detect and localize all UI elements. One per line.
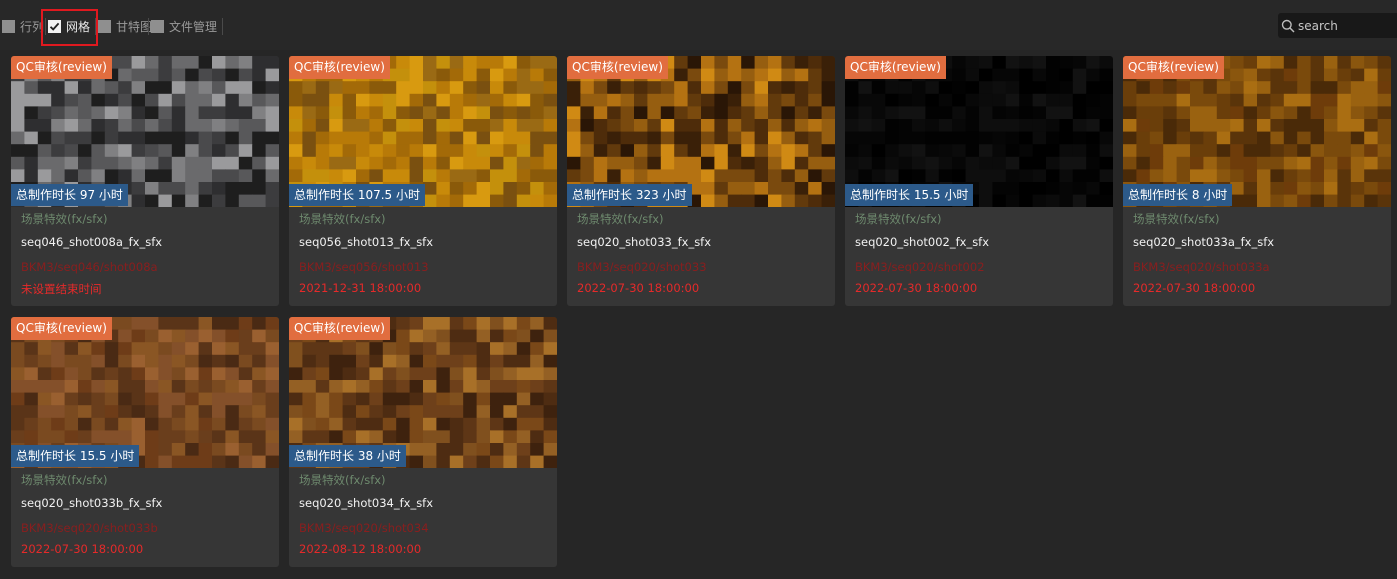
divider [222, 18, 223, 35]
deadline-text: 2022-07-30 18:00:00 [855, 281, 978, 295]
task-name[interactable]: seq020_shot002_fx_sfx [855, 235, 989, 249]
shot-path: BKM3/seq056/shot013 [299, 260, 429, 274]
department-label: 场景特效(fx/sfx) [21, 212, 108, 226]
status-badge: QC审核(review) [845, 56, 946, 79]
status-badge: QC审核(review) [289, 317, 390, 340]
task-card[interactable]: QC审核(review) 总制作时长 38 小时 场景特效(fx/sfx) se… [289, 317, 557, 567]
status-badge: QC审核(review) [11, 56, 112, 79]
deadline-text: 2021-12-31 18:00:00 [299, 281, 422, 295]
task-name[interactable]: seq056_shot013_fx_sfx [299, 235, 433, 249]
shot-path: BKM3/seq020/shot033a [1133, 260, 1270, 274]
view-option-gantt[interactable]: 甘特图 [98, 17, 152, 35]
deadline-text: 2022-07-30 18:00:00 [21, 542, 144, 556]
department-label: 场景特效(fx/sfx) [1133, 212, 1220, 226]
search-icon [1278, 13, 1298, 38]
view-option-file-manager[interactable]: 文件管理 [151, 17, 217, 35]
task-name[interactable]: seq020_shot033_fx_sfx [577, 235, 711, 249]
duration-badge: 总制作时长 323 小时 [567, 184, 692, 206]
department-label: 场景特效(fx/sfx) [299, 473, 386, 487]
status-badge: QC审核(review) [11, 317, 112, 340]
grid-view-checkbox[interactable] [48, 19, 61, 33]
task-card[interactable]: QC审核(review) 总制作时长 8 小时 场景特效(fx/sfx) seq… [1123, 56, 1391, 306]
task-name[interactable]: seq020_shot034_fx_sfx [299, 496, 433, 510]
divider [45, 18, 46, 35]
view-option-label: 文件管理 [169, 19, 218, 34]
task-card[interactable]: QC审核(review) 总制作时长 107.5 小时 场景特效(fx/sfx)… [289, 56, 557, 306]
shot-path: BKM3/seq020/shot002 [855, 260, 985, 274]
department-label: 场景特效(fx/sfx) [21, 473, 108, 487]
task-card[interactable]: QC审核(review) 总制作时长 15.5 小时 场景特效(fx/sfx) … [845, 56, 1113, 306]
task-name[interactable]: seq020_shot033a_fx_sfx [1133, 235, 1274, 249]
duration-badge: 总制作时长 15.5 小时 [845, 184, 974, 206]
shot-path: BKM3/seq020/shot034 [299, 521, 429, 535]
status-badge: QC审核(review) [1123, 56, 1224, 79]
shot-path: BKM3/seq020/shot033 [577, 260, 707, 274]
task-name[interactable]: seq046_shot008a_fx_sfx [21, 235, 162, 249]
task-card[interactable]: QC审核(review) 总制作时长 97 小时 场景特效(fx/sfx) se… [11, 56, 279, 306]
department-label: 场景特效(fx/sfx) [855, 212, 942, 226]
check-icon [49, 22, 60, 31]
view-option-list[interactable]: 行列 [2, 17, 44, 35]
shot-path: BKM3/seq020/shot033b [21, 521, 158, 535]
task-card[interactable]: QC审核(review) 总制作时长 323 小时 场景特效(fx/sfx) s… [567, 56, 835, 306]
deadline-text: 2022-07-30 18:00:00 [1133, 281, 1256, 295]
divider [148, 18, 149, 35]
search-input[interactable] [1298, 18, 1393, 33]
list-view-checkbox[interactable] [2, 19, 15, 33]
department-label: 场景特效(fx/sfx) [299, 212, 386, 226]
duration-badge: 总制作时长 38 小时 [289, 445, 406, 467]
deadline-text: 2022-08-12 18:00:00 [299, 542, 422, 556]
gantt-view-checkbox[interactable] [98, 19, 111, 33]
file-manager-view-checkbox[interactable] [151, 19, 164, 33]
status-badge: QC审核(review) [567, 56, 668, 79]
divider [95, 18, 96, 35]
duration-badge: 总制作时长 107.5 小时 [289, 184, 425, 206]
view-toolbar: 行列 网格 甘特图 文件管理 [0, 0, 1397, 50]
view-option-label: 网格 [66, 19, 91, 34]
status-badge: QC审核(review) [289, 56, 390, 79]
search-box[interactable] [1278, 13, 1397, 38]
duration-badge: 总制作时长 8 小时 [1123, 184, 1233, 206]
view-option-label: 行列 [20, 19, 45, 34]
view-option-grid[interactable]: 网格 [48, 17, 90, 35]
deadline-text: 未设置结束时间 [21, 282, 102, 296]
shot-path: BKM3/seq046/shot008a [21, 260, 158, 274]
duration-badge: 总制作时长 97 小时 [11, 184, 128, 206]
task-name[interactable]: seq020_shot033b_fx_sfx [21, 496, 162, 510]
task-card[interactable]: QC审核(review) 总制作时长 15.5 小时 场景特效(fx/sfx) … [11, 317, 279, 567]
view-option-label: 甘特图 [116, 19, 153, 34]
deadline-text: 2022-07-30 18:00:00 [577, 281, 700, 295]
department-label: 场景特效(fx/sfx) [577, 212, 664, 226]
duration-badge: 总制作时长 15.5 小时 [11, 445, 140, 467]
